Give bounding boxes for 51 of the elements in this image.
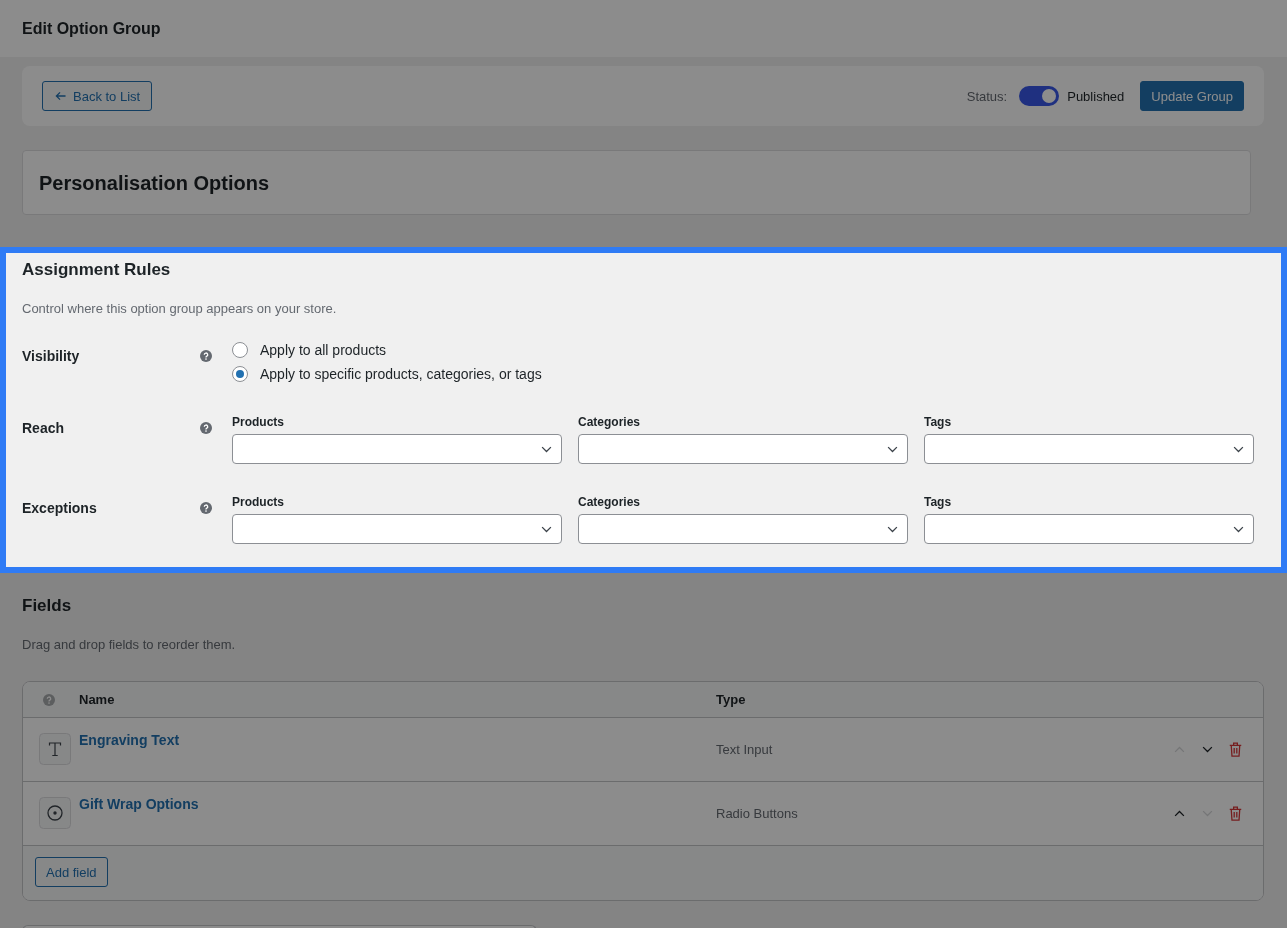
rule-label: Exceptions bbox=[22, 499, 97, 518]
chevron-down-icon bbox=[887, 525, 898, 533]
field-type-text: Radio Buttons bbox=[716, 806, 798, 821]
status-label: Status: bbox=[966, 88, 1008, 104]
chevron-down-icon bbox=[1233, 445, 1244, 453]
help-icon[interactable] bbox=[200, 502, 212, 514]
group-title: Personalisation Options bbox=[39, 170, 270, 195]
select-field[interactable] bbox=[232, 434, 562, 464]
column-header: Type bbox=[716, 692, 746, 707]
rule-label: Reach bbox=[22, 419, 65, 438]
select-label: Products bbox=[232, 414, 284, 430]
rule-label: Visibility bbox=[22, 347, 80, 366]
field-name-link[interactable]: Engraving Text bbox=[79, 732, 180, 748]
select-field[interactable] bbox=[924, 434, 1254, 464]
status-toggle[interactable] bbox=[1019, 86, 1060, 106]
update-group-button[interactable]: Update Group bbox=[1140, 81, 1244, 111]
section-title: Fields bbox=[22, 596, 72, 616]
column-header: Name bbox=[79, 692, 115, 707]
radio-button[interactable] bbox=[232, 366, 248, 382]
select-label: Tags bbox=[924, 414, 952, 430]
select-field[interactable] bbox=[578, 514, 908, 544]
section-description: Drag and drop fields to reorder them. bbox=[22, 636, 236, 654]
status-text: Published bbox=[1067, 88, 1125, 104]
arrow-left-icon bbox=[55, 91, 66, 101]
select-field[interactable] bbox=[232, 514, 562, 544]
radio-label[interactable]: Apply to specific products, categories, or tags bbox=[260, 364, 542, 384]
radio-label[interactable]: Apply to all products bbox=[260, 340, 387, 360]
chevron-down-icon bbox=[1233, 525, 1244, 533]
select-label: Tags bbox=[924, 494, 952, 510]
radio-type-icon bbox=[39, 797, 71, 829]
help-icon[interactable] bbox=[200, 350, 212, 362]
section-description: Control where this option group appears on your store. bbox=[22, 300, 337, 318]
back-button[interactable]: Back to List bbox=[42, 81, 153, 111]
section-title: Assignment Rules bbox=[22, 260, 171, 280]
add-field-button[interactable]: Add field bbox=[35, 857, 108, 887]
select-field[interactable] bbox=[578, 434, 908, 464]
field-type-text: Text Input bbox=[716, 742, 773, 757]
select-label: Categories bbox=[578, 414, 641, 430]
text-type-icon bbox=[39, 733, 71, 765]
help-icon[interactable] bbox=[200, 422, 212, 434]
chevron-down-icon bbox=[887, 445, 898, 453]
page-title: Edit Option Group bbox=[22, 18, 161, 39]
trash-icon bbox=[1228, 806, 1242, 821]
chevron-down-icon bbox=[541, 445, 552, 453]
select-field[interactable] bbox=[924, 514, 1254, 544]
select-label: Products bbox=[232, 494, 284, 510]
field-name-link[interactable]: Gift Wrap Options bbox=[79, 796, 199, 812]
chevron-down-icon bbox=[541, 525, 552, 533]
select-label: Categories bbox=[578, 494, 641, 510]
trash-icon bbox=[1228, 742, 1242, 757]
radio-button[interactable] bbox=[232, 342, 248, 358]
